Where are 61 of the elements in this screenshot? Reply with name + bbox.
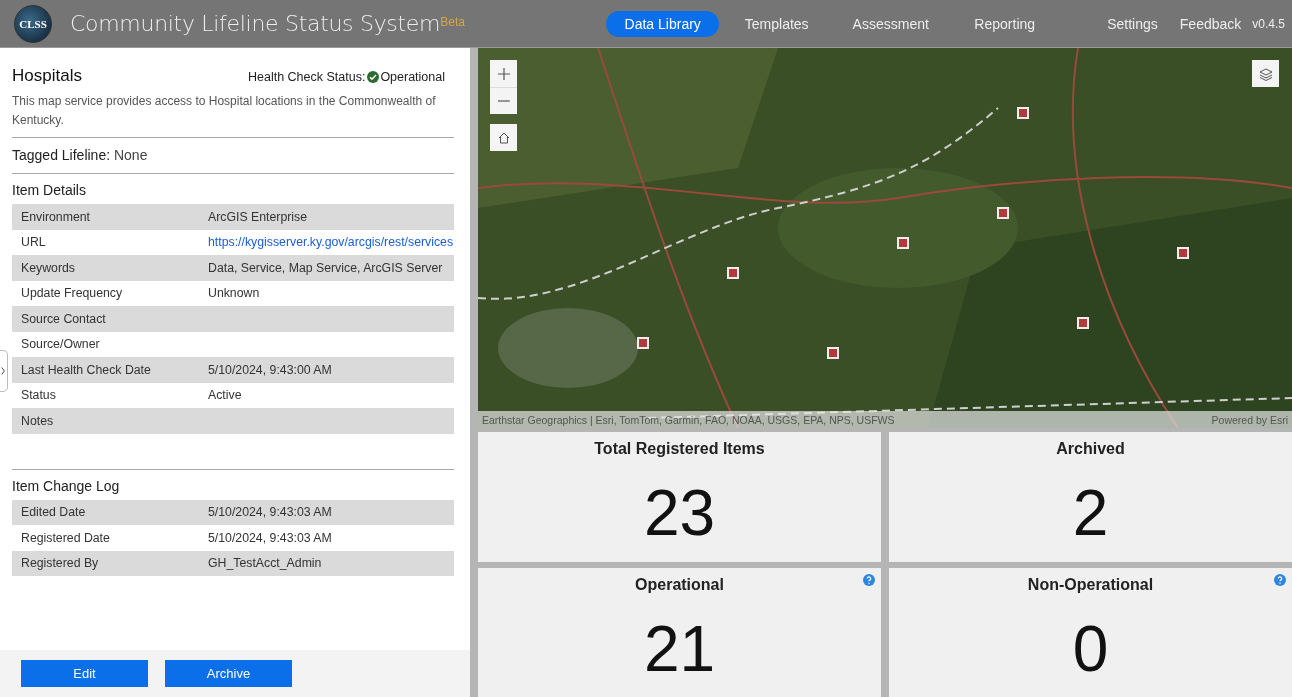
url-link[interactable]: https://kygisserver.ky.gov/arcgis/rest/services <box>199 235 454 250</box>
home-icon <box>496 130 511 145</box>
layers-icon <box>1258 66 1273 81</box>
nav-tab[interactable]: Assessment <box>834 10 948 37</box>
table-cell-text: Edited Date <box>20 505 87 520</box>
table-cell-text: 5/10/2024, 9:43:00 AM <box>207 362 333 377</box>
logo: CLSS <box>14 4 52 43</box>
item-title: Hospitals <box>12 66 82 86</box>
table-cell-text: Notes <box>20 413 55 428</box>
table-cell-text: Keywords <box>20 260 76 275</box>
table-cell-text: ArcGIS Enterprise <box>207 209 309 224</box>
help-icon[interactable] <box>1274 573 1286 586</box>
table-cell-text: Active <box>207 388 243 403</box>
section-title: Item Change Log <box>12 477 121 494</box>
nav-tab[interactable]: Reporting <box>948 10 1062 37</box>
table-cell-text: Registered By <box>20 556 100 571</box>
home-button[interactable] <box>490 124 517 151</box>
help-icon[interactable] <box>863 573 875 586</box>
table-cell-text: URL <box>20 235 47 250</box>
check-icon <box>367 71 380 83</box>
zoom-out-button[interactable] <box>490 87 517 114</box>
plus-icon <box>496 66 511 81</box>
table-cell-text: Last Health Check Date <box>20 362 152 377</box>
stat-title: Non-Operational <box>1027 575 1154 594</box>
layers-button[interactable] <box>1252 60 1279 87</box>
table-cell-text: Update Frequency <box>20 286 124 301</box>
section-title: Item Details <box>12 182 87 198</box>
table-cell-text: GH_TestAcct_Admin <box>207 556 323 571</box>
powered-by-label: Powered by Esri <box>1211 413 1288 426</box>
action-button[interactable]: Edit <box>21 660 148 687</box>
table-cell-text: Status <box>20 388 57 403</box>
expand-handle[interactable] <box>0 350 8 392</box>
table-cell-text: 5/10/2024, 9:43:03 AM <box>207 505 333 520</box>
table-cell-text: Data, Service, Map Service, ArcGIS Server <box>207 260 444 275</box>
stat-value: 21 <box>643 611 716 686</box>
stat-value: 0 <box>1072 611 1109 686</box>
table-cell-text: Registered Date <box>20 530 111 545</box>
stat-value: 2 <box>1072 476 1109 550</box>
health-status: Operational <box>380 70 445 84</box>
version-label: v0.4.5 <box>1252 16 1285 31</box>
nav-tab[interactable]: Templates <box>720 10 834 37</box>
table-cell-text: Source/Owner <box>20 337 101 352</box>
map-attribution: Earthstar Geographics | Esri, TomTom, Garmin, FAO, NOAA, USGS, EPA, NPS, USFWS <box>482 413 895 426</box>
stat-value: 23 <box>643 476 716 550</box>
app-title: Community Lifeline Status System <box>70 11 441 36</box>
zoom-in-button[interactable] <box>490 60 517 87</box>
nav-tab[interactable]: Data Library <box>606 10 720 37</box>
table-cell-text: Environment <box>20 209 92 224</box>
nav-link[interactable]: Settings <box>1107 15 1158 32</box>
beta-label: Beta <box>440 15 465 29</box>
table-cell-text: Unknown <box>207 286 261 301</box>
table-cell-text: 5/10/2024, 9:43:03 AM <box>207 530 333 545</box>
health-label: Health Check Status: <box>247 70 366 84</box>
stat-title: Operational <box>635 575 724 594</box>
stat-title: Archived <box>1056 440 1125 458</box>
stat-title: Total Registered Items <box>594 440 765 458</box>
table-cell-text: Source Contact <box>20 311 107 326</box>
tagged-lifeline: Tagged Lifeline: None <box>12 146 149 165</box>
nav-link[interactable]: Feedback <box>1179 15 1242 32</box>
item-description: This map service provides access to Hospital locations in the Commonwealth of Kentucky. <box>12 93 437 129</box>
action-button[interactable]: Archive <box>165 660 292 687</box>
